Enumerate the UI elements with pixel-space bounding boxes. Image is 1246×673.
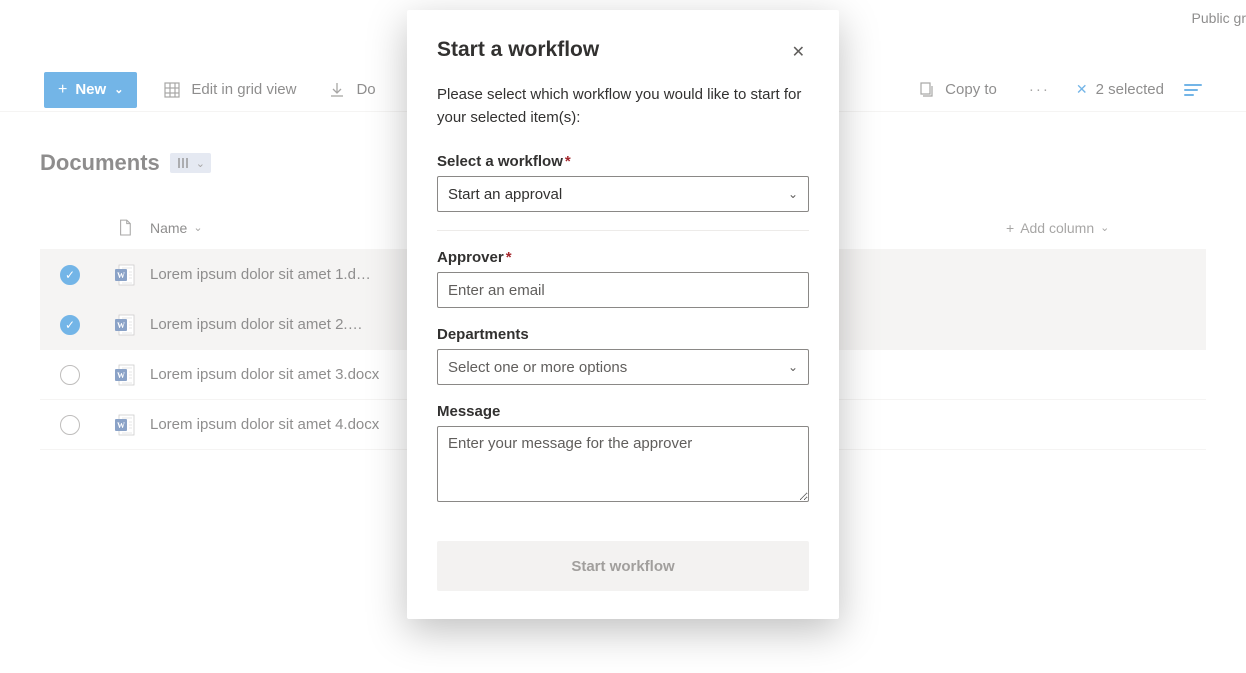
message-textarea[interactable] (437, 426, 809, 502)
workflow-select[interactable]: Start an approval ⌄ (437, 176, 809, 212)
workflow-select-value: Start an approval (448, 186, 562, 203)
divider (437, 230, 809, 231)
departments-label: Departments (437, 326, 809, 343)
message-label: Message (437, 403, 809, 420)
departments-select[interactable]: Select one or more options ⌄ (437, 349, 809, 385)
required-indicator: * (565, 153, 571, 170)
workflow-label: Select a workflow* (437, 153, 809, 170)
close-button[interactable]: ✕ (788, 38, 809, 66)
start-workflow-dialog: Start a workflow ✕ Please select which w… (407, 10, 839, 619)
departments-placeholder: Select one or more options (448, 359, 627, 376)
start-workflow-button[interactable]: Start workflow (437, 541, 809, 591)
chevron-down-icon: ⌄ (788, 360, 798, 374)
workflow-label-text: Select a workflow (437, 153, 563, 170)
dialog-description: Please select which workflow you would l… (437, 84, 809, 129)
chevron-down-icon: ⌄ (788, 187, 798, 201)
close-icon: ✕ (792, 44, 805, 61)
approver-label: Approver* (437, 249, 809, 266)
approver-input[interactable] (437, 272, 809, 308)
dialog-title: Start a workflow (437, 38, 599, 62)
required-indicator: * (506, 249, 512, 266)
approver-label-text: Approver (437, 249, 504, 266)
